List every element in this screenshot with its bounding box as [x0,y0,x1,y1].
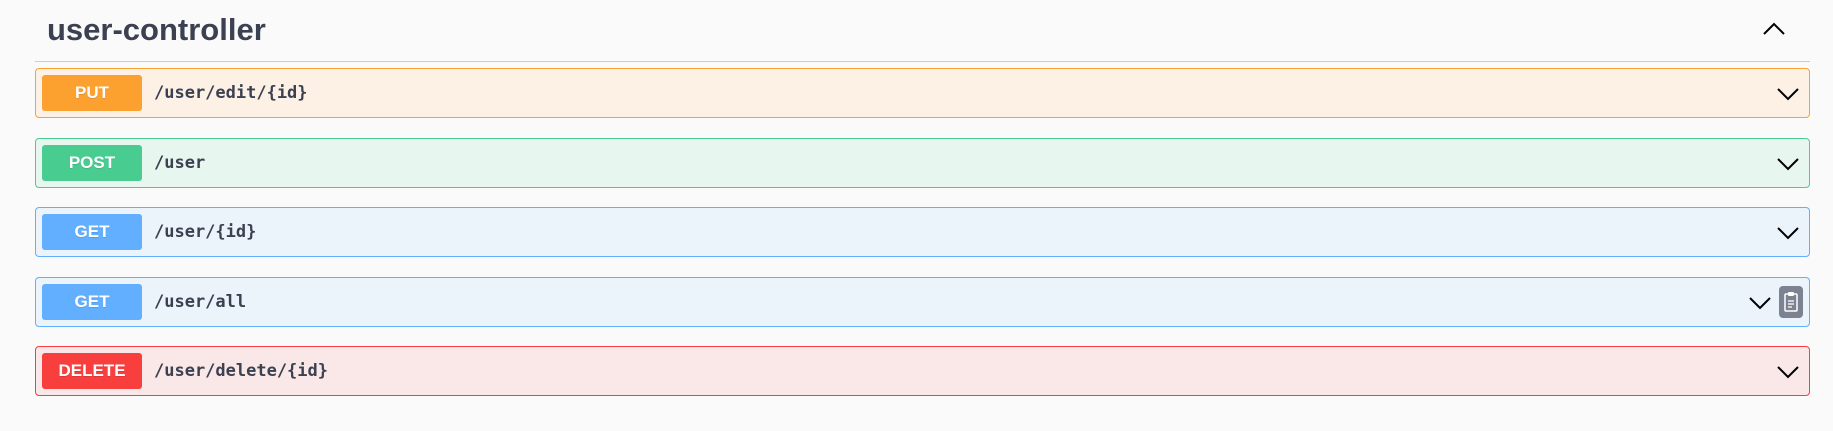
operation-path: /user [154,153,206,173]
api-tag-section: user-controller PUT /user/edit/{id} POST… [0,0,1833,431]
copy-to-clipboard-button[interactable] [1779,286,1803,318]
operation-get-user-all[interactable]: GET /user/all [35,277,1810,327]
method-badge: GET [42,284,142,320]
operation-put-user-edit[interactable]: PUT /user/edit/{id} [35,68,1810,118]
tag-header[interactable]: user-controller [35,0,1810,62]
clipboard-copy-icon [1784,292,1798,312]
method-badge: DELETE [42,353,142,389]
chevron-down-icon [1777,366,1799,379]
expand-button[interactable] [1773,357,1803,387]
expand-button[interactable] [1773,79,1803,109]
expand-button[interactable] [1773,218,1803,248]
operation-delete-user[interactable]: DELETE /user/delete/{id} [35,346,1810,396]
operation-post-user[interactable]: POST /user [35,138,1810,188]
operation-path: /user/edit/{id} [154,83,308,103]
chevron-down-icon [1777,158,1799,171]
expand-button[interactable] [1745,288,1775,318]
expand-button[interactable] [1773,149,1803,179]
operation-get-user-id[interactable]: GET /user/{id} [35,207,1810,257]
operation-path: /user/all [154,292,247,312]
collapse-button[interactable] [1756,14,1792,44]
chevron-down-icon [1777,227,1799,240]
method-badge: PUT [42,75,142,111]
chevron-down-icon [1777,88,1799,101]
operation-path: /user/{id} [154,222,257,242]
chevron-up-icon [1763,22,1785,35]
chevron-down-icon [1749,297,1771,310]
method-badge: GET [42,214,142,250]
operation-path: /user/delete/{id} [154,361,328,381]
method-badge: POST [42,145,142,181]
tag-title: user-controller [47,12,266,47]
